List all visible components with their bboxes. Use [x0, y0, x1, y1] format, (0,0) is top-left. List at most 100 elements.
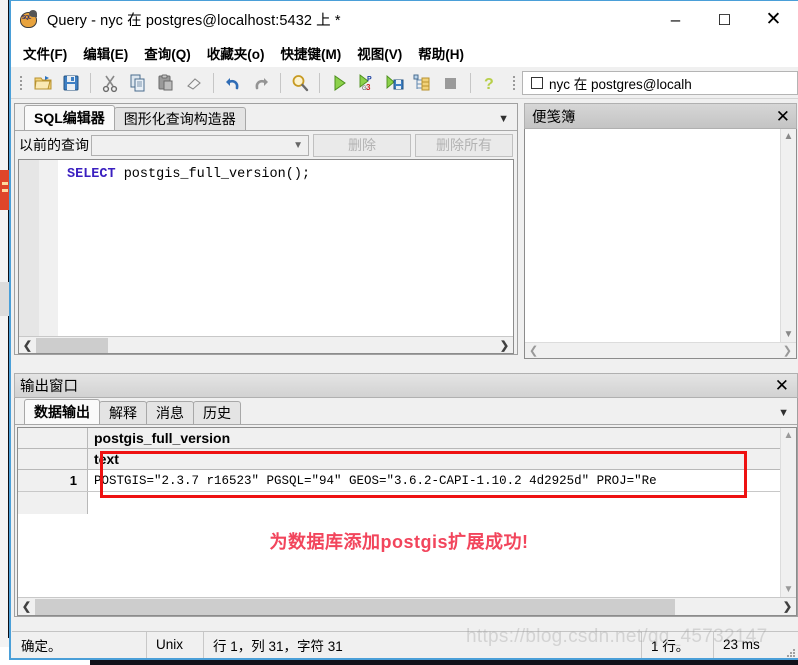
previous-query-label: 以前的查询	[19, 137, 89, 153]
menu-query[interactable]: 查询(Q)	[144, 43, 191, 63]
menu-favourites[interactable]: 收藏夹(o)	[207, 43, 265, 63]
desktop-left-strip	[0, 0, 8, 665]
sql-hscroll-track[interactable]	[36, 336, 496, 353]
data-output-grid[interactable]: postgis_full_version text 1 POSTGIS="2.3…	[17, 427, 797, 616]
chevron-down-icon[interactable]: ▼	[784, 329, 794, 340]
sql-horizontal-scrollbar[interactable]: ❮ ❯	[19, 336, 513, 353]
copy-button[interactable]	[125, 70, 151, 96]
minimize-button[interactable]: –	[651, 1, 700, 38]
execute-pgscript-button[interactable]: P 3 G	[354, 70, 380, 96]
grid-corner-cell[interactable]	[18, 428, 88, 448]
grid-content[interactable]: postgis_full_version text 1 POSTGIS="2.3…	[18, 428, 780, 597]
scratchpad-vertical-scrollbar[interactable]: ▲ ▼	[780, 129, 796, 342]
database-checkbox[interactable]	[531, 76, 543, 89]
delete-all-queries-button[interactable]: 删除所有	[415, 133, 513, 157]
menu-macros[interactable]: 快捷键(M)	[281, 43, 342, 63]
query-window: SQL Query - nyc 在 postgres@localhost:543…	[9, 0, 798, 660]
menu-view[interactable]: 视图(V)	[357, 43, 402, 63]
previous-query-select[interactable]: ▼	[91, 134, 309, 156]
paste-button[interactable]	[153, 70, 179, 96]
open-file-button[interactable]	[30, 70, 56, 96]
previous-query-row: 以前的查询 ▼ 删除 删除所有	[15, 131, 517, 159]
status-bar: 确定。 Unix 行 1，列 31，字符 31 1 行。 23 ms	[12, 631, 798, 658]
toolbar-grip-handle-2[interactable]	[510, 72, 518, 94]
scratchpad-main[interactable]: ▲ ▼	[525, 129, 796, 342]
sql-text[interactable]: SELECT postgis_full_version();	[59, 160, 513, 336]
chevron-left-icon[interactable]: ❮	[529, 344, 538, 357]
grid-type-corner	[18, 449, 88, 469]
grid-hscroll-thumb[interactable]	[35, 599, 675, 615]
sql-hscroll-thumb[interactable]	[36, 337, 108, 353]
database-selector[interactable]: nyc 在 postgres@localh	[522, 70, 798, 95]
grid-column-header[interactable]: postgis_full_version	[88, 428, 780, 448]
chevron-down-icon: ▼	[293, 139, 303, 151]
tab-messages[interactable]: 消息	[146, 401, 194, 424]
window-controls: – ☐ ✕	[651, 1, 798, 38]
window-resize-grip[interactable]	[784, 632, 798, 658]
execute-to-file-button[interactable]	[382, 70, 408, 96]
undo-button[interactable]	[220, 70, 246, 96]
screen: SQL Query - nyc 在 postgres@localhost:543…	[0, 0, 798, 665]
grid-horizontal-scrollbar[interactable]: ❮ ❯	[18, 597, 796, 615]
menu-file[interactable]: 文件(F)	[23, 43, 67, 63]
editor-tabstrip: SQL编辑器 图形化查询构造器 ▼	[15, 104, 517, 131]
save-file-button[interactable]	[58, 70, 84, 96]
delete-query-button[interactable]: 删除	[313, 133, 411, 157]
scratchpad-body[interactable]: ▲ ▼ ❮ ❯	[524, 129, 797, 359]
sql-code-area[interactable]: SELECT postgis_full_version(); ❮ ❯	[18, 159, 514, 354]
clear-button[interactable]	[181, 70, 207, 96]
chevron-right-icon[interactable]: ❯	[496, 337, 513, 354]
grid-vertical-scrollbar[interactable]: ▲ ▼	[780, 428, 796, 597]
explain-query-button[interactable]	[410, 70, 436, 96]
toolbar-grip-handle[interactable]	[17, 72, 25, 94]
chevron-left-icon[interactable]: ❮	[18, 598, 35, 615]
output-window-inner: 数据输出 解释 消息 历史 ▼ postgis_full_version tex…	[14, 398, 798, 617]
cancel-query-button[interactable]	[438, 70, 464, 96]
chevron-down-icon[interactable]: ▼	[778, 407, 789, 419]
grid-empty-row	[18, 492, 780, 514]
chevron-down-icon[interactable]: ▼	[784, 584, 794, 595]
chevron-right-icon[interactable]: ❯	[779, 598, 796, 615]
tab-graphical-query-builder[interactable]: 图形化查询构造器	[113, 107, 246, 130]
scratchpad-titlebar: 便笺簿 ✕	[524, 103, 797, 129]
close-icon[interactable]: ✕	[776, 108, 790, 125]
table-row[interactable]: 1 POSTGIS="2.3.7 r16523" PGSQL="94" GEOS…	[18, 470, 780, 492]
grid-column-type: text	[94, 451, 119, 467]
menu-help[interactable]: 帮助(H)	[418, 43, 464, 63]
scratchpad-textarea[interactable]	[525, 129, 780, 342]
scratchpad-horizontal-scrollbar[interactable]: ❮ ❯	[525, 342, 796, 358]
maximize-button[interactable]: ☐	[700, 1, 749, 38]
tab-data-output[interactable]: 数据输出	[24, 399, 100, 424]
sql-code-body[interactable]: SELECT postgis_full_version();	[19, 160, 513, 336]
chevron-up-icon[interactable]: ▲	[784, 131, 794, 142]
status-duration: 23 ms	[723, 637, 760, 652]
chevron-down-icon[interactable]: ▼	[498, 113, 509, 125]
background-taskbar-icon[interactable]	[0, 170, 9, 210]
tab-sql-editor[interactable]: SQL编辑器	[24, 105, 115, 130]
status-message: 确定。	[12, 631, 147, 658]
close-button[interactable]: ✕	[749, 1, 798, 38]
menu-edit[interactable]: 编辑(E)	[83, 43, 128, 63]
chevron-right-icon[interactable]: ❯	[783, 344, 792, 357]
status-cursor-position: 行 1，列 31，字符 31	[204, 631, 642, 658]
chevron-left-icon[interactable]: ❮	[19, 337, 36, 354]
tab-history[interactable]: 历史	[193, 401, 241, 424]
grid-empty-cell	[88, 492, 780, 514]
execute-query-button[interactable]	[326, 70, 352, 96]
row-number[interactable]: 1	[18, 470, 88, 491]
grid-scroll-area[interactable]: postgis_full_version text 1 POSTGIS="2.3…	[18, 428, 796, 597]
row-value-cell[interactable]: POSTGIS="2.3.7 r16523" PGSQL="94" GEOS="…	[88, 470, 780, 491]
chevron-up-icon[interactable]: ▲	[784, 430, 794, 441]
grid-hscroll-track[interactable]	[35, 598, 779, 615]
cut-button[interactable]	[97, 70, 123, 96]
annotation-text: 为数据库添加postgis扩展成功!	[269, 532, 529, 552]
sql-gutter-marker	[19, 160, 39, 336]
find-replace-button[interactable]	[287, 70, 313, 96]
sql-gutter-fold	[39, 160, 59, 336]
close-icon[interactable]: ✕	[775, 377, 789, 394]
tab-explain[interactable]: 解释	[99, 401, 147, 424]
redo-button[interactable]	[248, 70, 274, 96]
scratchpad-title: 便笺簿	[532, 109, 576, 126]
help-button[interactable]: ?	[477, 70, 503, 96]
sql-expression: postgis_full_version();	[115, 167, 311, 182]
